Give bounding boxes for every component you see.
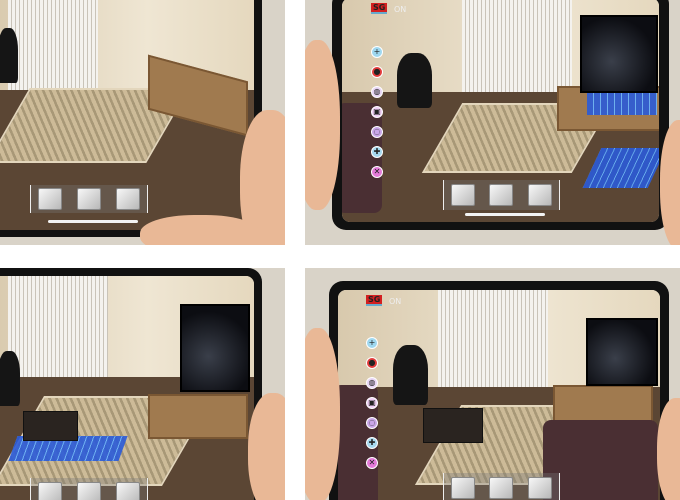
plus-icon[interactable]: + <box>371 46 383 58</box>
lamp-object-icon[interactable] <box>527 477 552 499</box>
ar-screen <box>0 0 254 230</box>
table-object-icon[interactable] <box>451 184 476 206</box>
cube-icon[interactable]: ▣ <box>366 397 378 409</box>
move-icon[interactable]: ✚ <box>366 437 378 449</box>
tv-stand <box>553 385 653 425</box>
ar-armchair <box>543 420 658 500</box>
chair <box>393 345 428 405</box>
chair <box>0 351 20 406</box>
hand <box>305 40 340 210</box>
texture-icon[interactable]: ◌ <box>371 126 383 138</box>
chair <box>397 53 432 108</box>
box-object-icon[interactable] <box>527 184 552 206</box>
cube-icon[interactable] <box>38 188 63 210</box>
tool-menu: + ● ◍ ▣ ◌ ✚ ✕ <box>366 337 378 469</box>
lamp-object-icon[interactable] <box>115 188 140 210</box>
tv-stand <box>148 394 248 439</box>
color-palette-icon[interactable]: ● <box>366 357 378 369</box>
plus-icon[interactable]: + <box>366 337 378 349</box>
delete-icon[interactable]: ✕ <box>366 457 378 469</box>
chair-object-icon[interactable] <box>76 188 101 210</box>
chair-object-icon[interactable] <box>489 477 514 499</box>
object-toolbar <box>30 185 148 213</box>
home-indicator <box>465 213 545 216</box>
color-palette-icon[interactable]: ● <box>371 66 383 78</box>
ar-coffee-table <box>23 411 78 441</box>
delete-icon[interactable]: ✕ <box>371 166 383 178</box>
hand <box>305 328 340 500</box>
tv <box>580 15 658 93</box>
on-label[interactable]: ON <box>389 297 401 306</box>
sg-label[interactable]: SG <box>366 295 383 306</box>
table-object-icon[interactable] <box>38 482 63 500</box>
photo-bottom-left <box>0 268 285 500</box>
ar-screen <box>0 276 254 500</box>
object-toolbar <box>443 473 560 500</box>
panel-object-icon[interactable] <box>115 482 140 500</box>
panel-object-icon[interactable] <box>451 477 476 499</box>
photo-top-left <box>0 0 285 245</box>
ar-screen <box>338 290 660 500</box>
hand <box>248 393 285 500</box>
move-icon[interactable]: ✚ <box>371 146 383 158</box>
object-toolbar <box>30 478 148 500</box>
tv <box>180 304 250 392</box>
bench-object-icon[interactable] <box>76 482 101 500</box>
texture-icon[interactable]: ◌ <box>366 417 378 429</box>
ar-blue-tiles <box>587 93 657 115</box>
chair <box>0 28 18 83</box>
photo-bottom-right: SG ON + ● ◍ ▣ ◌ ✚ ✕ <box>305 268 680 500</box>
sphere-icon[interactable]: ◍ <box>366 377 378 389</box>
sphere-icon[interactable]: ◍ <box>371 86 383 98</box>
ar-coffee-table <box>423 408 483 443</box>
cube-icon[interactable]: ▣ <box>371 106 383 118</box>
thumb <box>140 215 260 245</box>
tool-menu: + ● ◍ ▣ ◌ ✚ ✕ <box>371 46 383 178</box>
object-toolbar <box>443 180 560 210</box>
photo-top-right: SG ON + ● ◍ ▣ ◌ ✚ ✕ <box>305 0 680 245</box>
panel-object-icon[interactable] <box>489 184 514 206</box>
on-label[interactable]: ON <box>394 5 406 14</box>
tv <box>586 318 658 386</box>
sg-label[interactable]: SG <box>371 3 388 14</box>
home-indicator <box>48 220 138 223</box>
